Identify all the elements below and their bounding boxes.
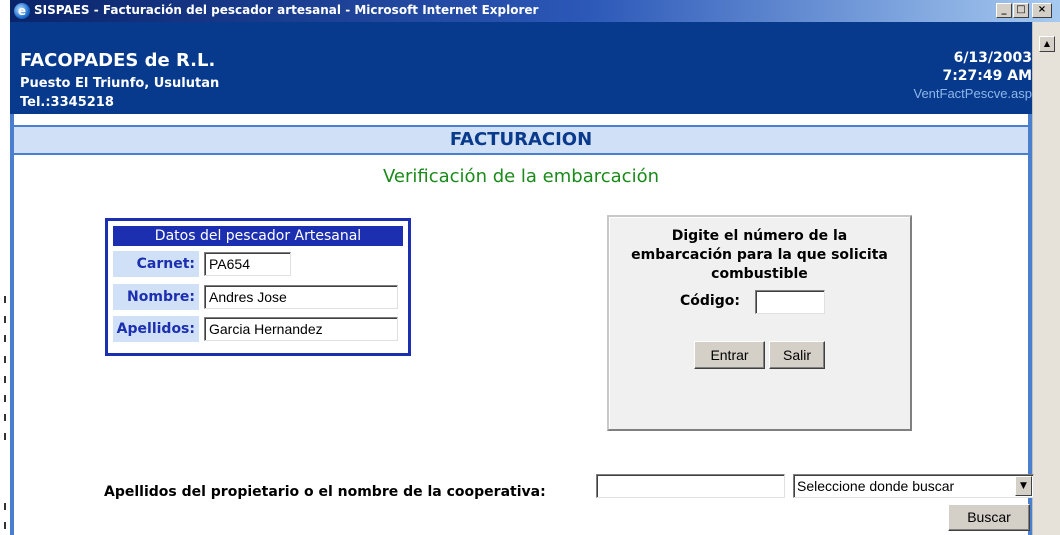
- window-title: SISPAES - Facturación del pescador artes…: [34, 3, 539, 17]
- chevron-down-icon[interactable]: ▼: [1015, 476, 1032, 496]
- page-filename: VentFactPescve.asp: [913, 86, 1032, 101]
- current-date: 6/13/2003: [953, 50, 1032, 66]
- owner-search-label: Apellidos del propietario o el nombre de…: [104, 484, 546, 500]
- nombre-label: Nombre:: [113, 284, 199, 310]
- boat-code-box: Digite el número de la embarcación para …: [607, 215, 912, 431]
- code-label: Código:: [680, 293, 740, 309]
- content-frame: FACTURACION Verificación de la embarcaci…: [10, 114, 1034, 535]
- exit-button[interactable]: Salir: [769, 341, 825, 369]
- nombre-field[interactable]: Andres Jose: [204, 285, 398, 309]
- fisherman-data-box: Datos del pescador Artesanal Carnet: PA6…: [105, 218, 411, 356]
- company-name: FACOPADES de R.L.: [20, 50, 216, 71]
- apellidos-field[interactable]: Garcia Hernandez: [204, 317, 398, 341]
- search-scope-value: Seleccione donde buscar: [797, 478, 955, 494]
- vertical-scrollbar[interactable]: ▲: [1032, 22, 1060, 535]
- page-subtitle: Verificación de la embarcación: [383, 166, 659, 187]
- company-phone: Tel.:3345218: [20, 95, 114, 110]
- instructions-line-1: Digite el número de la: [671, 228, 848, 244]
- instructions-line-3: combustible: [711, 266, 808, 282]
- carnet-field[interactable]: PA654: [204, 252, 291, 276]
- page-header: FACOPADES de R.L. Puesto El Triunfo, Usu…: [10, 22, 1032, 114]
- window-titlebar: e SISPAES - Facturación del pescador art…: [10, 0, 1060, 22]
- boat-instructions: Digite el número de la embarcación para …: [609, 227, 910, 284]
- close-button[interactable]: ×: [1032, 3, 1052, 18]
- section-title: FACTURACION: [14, 125, 1028, 155]
- search-button[interactable]: Buscar: [948, 504, 1030, 531]
- boat-code-input[interactable]: [755, 290, 825, 314]
- current-time: 7:27:49 AM: [942, 68, 1032, 84]
- ie-icon: e: [14, 3, 30, 19]
- enter-button[interactable]: Entrar: [694, 341, 765, 369]
- search-scope-select[interactable]: Seleccione donde buscar ▼: [793, 474, 1034, 498]
- company-address: Puesto El Triunfo, Usulutan: [20, 76, 220, 91]
- instructions-line-2: embarcación para la que solicita: [631, 247, 888, 263]
- owner-search-input[interactable]: [596, 474, 785, 498]
- browser-window: e SISPAES - Facturación del pescador art…: [10, 0, 1060, 535]
- carnet-label: Carnet:: [113, 251, 199, 277]
- apellidos-label: Apellidos:: [113, 316, 199, 342]
- minimize-button[interactable]: _: [996, 3, 1012, 18]
- maximize-button[interactable]: □: [1013, 3, 1029, 18]
- arrow-up-icon[interactable]: ▲: [1039, 36, 1055, 52]
- fisherman-data-title: Datos del pescador Artesanal: [113, 226, 403, 246]
- left-screen-edge: [0, 0, 10, 535]
